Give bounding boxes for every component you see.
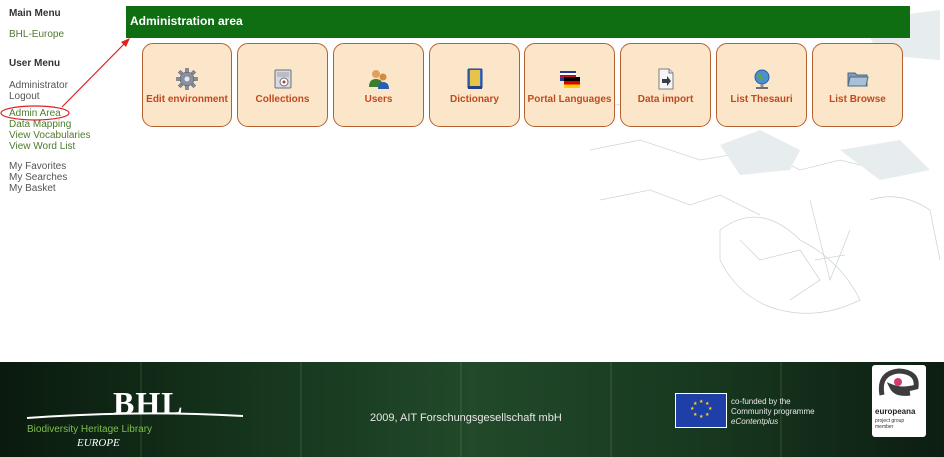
globe-icon (754, 69, 769, 89)
copyright-text: 2009, AIT Forschungsgesellschaft mbH (370, 412, 562, 424)
flag-icon (559, 71, 580, 88)
edit-environment-button[interactable]: Edit environment (142, 43, 232, 127)
users-button[interactable]: Users (333, 43, 424, 127)
import-icon (658, 68, 673, 90)
tile-label: Data import (637, 94, 694, 105)
users-icon (368, 70, 389, 89)
tile-label: Dictionary (450, 94, 499, 105)
svg-text:★: ★ (699, 414, 704, 420)
svg-text:BHL: BHL (113, 385, 184, 421)
list-browse-button[interactable]: List Browse (812, 43, 903, 127)
gear-icon (176, 68, 198, 90)
tile-label: List Browse (829, 94, 886, 105)
collections-button[interactable]: Collections (237, 43, 328, 127)
bhl-europe-logo: BHL Biodiversity Heritage Library EUROPE (26, 385, 244, 448)
data-import-button[interactable]: Data import (620, 43, 711, 127)
cofunded-text: co-funded by the Community programme eCo… (731, 397, 815, 426)
sidebar-item-my-searches[interactable]: My Searches (9, 172, 67, 183)
footer: BHL Biodiversity Heritage Library EUROPE… (0, 362, 944, 457)
page-title: Administration area (130, 14, 243, 28)
sidebar-item-view-word-list[interactable]: View Word List (9, 141, 75, 152)
svg-text:EUROPE: EUROPE (76, 437, 120, 448)
eu-flag-icon: ★ ★ ★ ★ ★ ★ ★ ★ (675, 393, 727, 428)
europeana-logo: europeana project group member (872, 365, 926, 437)
portal-languages-button[interactable]: Portal Languages (524, 43, 615, 127)
sidebar-item-my-basket[interactable]: My Basket (9, 183, 56, 194)
collection-icon (274, 69, 291, 89)
annotation-highlight (0, 38, 130, 121)
tile-label: Portal Languages (527, 94, 612, 105)
tile-label: Users (364, 94, 393, 105)
tile-label: Collections (255, 94, 310, 105)
svg-text:★: ★ (699, 399, 704, 405)
svg-text:★: ★ (693, 412, 698, 418)
svg-text:Biodiversity Heritage Library: Biodiversity Heritage Library (27, 424, 152, 435)
tile-label: List Thesauri (730, 94, 793, 105)
sidebar-item-my-favorites[interactable]: My Favorites (9, 161, 66, 172)
svg-text:★: ★ (705, 412, 710, 418)
tile-label: Edit environment (146, 94, 228, 105)
dictionary-button[interactable]: Dictionary (429, 43, 520, 127)
admin-header: Administration area (126, 6, 910, 38)
folder-icon (846, 72, 869, 87)
list-thesauri-button[interactable]: List Thesauri (716, 43, 807, 127)
svg-text:★: ★ (693, 401, 698, 407)
dictionary-icon (467, 68, 482, 89)
